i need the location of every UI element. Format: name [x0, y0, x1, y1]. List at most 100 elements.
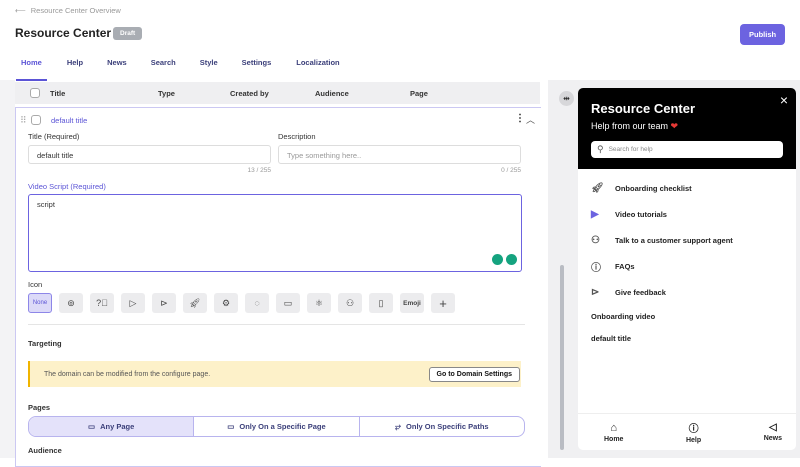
lifebuoy-icon[interactable]: ⊚	[59, 293, 83, 313]
video-icon[interactable]: ▷	[121, 293, 145, 313]
option-any-page[interactable]: ▭ Any Page	[29, 417, 195, 436]
icon-label: Icon	[28, 280, 43, 289]
option-specific-page[interactable]: ▭ Only On a Specific Page	[194, 417, 360, 436]
go-to-domain-settings-button[interactable]: Go to Domain Settings	[428, 366, 520, 382]
script-textarea[interactable]: script	[28, 194, 522, 272]
title-char-count: 13 / 255	[247, 167, 272, 174]
atom-icon[interactable]: ⚛	[307, 293, 331, 313]
gear-icon[interactable]: ⚙	[214, 293, 238, 313]
megaphone-icon[interactable]: ⊳	[152, 293, 176, 313]
preview-item-give-feedback[interactable]: ⊳ Give feedback	[578, 279, 796, 305]
nav-label: Home	[604, 435, 624, 443]
col-audience[interactable]: Audience	[315, 89, 349, 98]
nav-help[interactable]: ⓘ Help	[686, 414, 701, 450]
preview-item-default-title[interactable]: default title	[578, 327, 796, 349]
preview-item-faqs[interactable]: ⓘ FAQs	[578, 253, 796, 279]
heart-icon: ❤	[670, 121, 679, 131]
item-label: Video tutorials	[615, 209, 667, 219]
col-title[interactable]: Title	[50, 89, 65, 98]
row-title[interactable]: default title	[51, 116, 87, 125]
question-icon[interactable]: ?⃝	[90, 293, 114, 313]
back-arrow-icon: ⟵	[15, 6, 26, 15]
col-type[interactable]: Type	[158, 89, 175, 98]
tab-help[interactable]: Help	[67, 58, 83, 75]
publish-button[interactable]: Publish	[740, 24, 786, 45]
item-label: Give feedback	[615, 287, 666, 297]
preview-subtitle: Help from our team	[591, 121, 669, 131]
search-placeholder: Search for help	[608, 146, 653, 153]
grammarly-icon[interactable]	[506, 254, 517, 265]
left-gutter	[0, 80, 15, 458]
preview-header: × Resource Center Help from our team ❤ ⚲…	[578, 88, 796, 169]
select-all-checkbox[interactable]	[30, 88, 40, 98]
option-specific-paths[interactable]: ⥂ Only On Specific Paths	[360, 417, 524, 436]
megaphone-icon: ◁	[768, 422, 777, 433]
nav-news[interactable]: ◁ News	[764, 414, 782, 450]
tab-home[interactable]: Home	[16, 58, 47, 81]
option-label: Only On a Specific Page	[239, 422, 326, 431]
rocket-icon: 🚀︎	[591, 182, 604, 194]
title-input[interactable]: default title	[28, 145, 271, 164]
more-options-icon[interactable]: ⋮	[515, 113, 525, 124]
team-icon: ⚇	[591, 234, 600, 246]
tab-settings[interactable]: Settings	[242, 58, 272, 75]
col-page[interactable]: Page	[410, 89, 428, 98]
script-value: script	[37, 200, 55, 209]
drag-handle-icon[interactable]: ⠿	[20, 115, 27, 126]
preview-item-support-agent[interactable]: ⚇ Talk to a customer support agent	[578, 227, 796, 253]
preview-item-onboarding-checklist[interactable]: 🚀︎ Onboarding checklist	[578, 175, 796, 201]
description-input[interactable]: Type something here..	[278, 145, 521, 164]
item-label: FAQs	[615, 261, 635, 271]
item-label: Onboarding checklist	[615, 183, 692, 193]
icon-picker: None ⊚ ?⃝ ▷ ⊳ 🚀︎ ⚙ ◌ ▭ ⚛ ⚇ ▯ Emoji +	[28, 293, 455, 313]
table-header: Title Type Created by Audience Page	[15, 82, 540, 104]
pages-selector: ▭ Any Page ▭ Only On a Specific Page ⥂ Only…	[28, 416, 525, 437]
window-icon: ▭	[88, 422, 96, 431]
home-icon: ⌂	[610, 421, 618, 434]
tab-search[interactable]: Search	[151, 58, 176, 75]
domain-warning: The domain can be modified from the conf…	[28, 361, 521, 387]
id-card-icon[interactable]: ▭	[276, 293, 300, 313]
chat-icon[interactable]: ◌	[245, 293, 269, 313]
add-icon[interactable]: +	[431, 293, 455, 313]
title-label: Title (Required)	[28, 132, 80, 141]
option-label: Any Page	[100, 422, 135, 431]
icon-option-emoji[interactable]: Emoji	[400, 293, 424, 313]
help-icon: ⓘ	[688, 424, 699, 435]
nav-label: News	[763, 435, 782, 442]
video-icon: ▶︎	[591, 208, 599, 220]
preview-item-onboarding-video[interactable]: Onboarding video	[578, 305, 796, 327]
table-row-expanded: ⠿ default title ⋮ ︿ Title (Required) def…	[15, 107, 541, 467]
option-label: Only On Specific Paths	[406, 422, 489, 431]
warning-text: The domain can be modified from the conf…	[44, 370, 211, 378]
resource-center-preview: × Resource Center Help from our team ❤ ⚲…	[578, 88, 796, 450]
tab-style[interactable]: Style	[200, 58, 218, 75]
breadcrumb[interactable]: ⟵ Resource Center Overview	[15, 6, 121, 15]
audience-label: Audience	[28, 446, 62, 455]
collapse-chevron-icon[interactable]: ︿	[526, 113, 535, 126]
nav-label: Help	[685, 437, 702, 444]
scrollbar[interactable]	[560, 265, 564, 450]
icon-option-none[interactable]: None	[28, 293, 52, 313]
tab-bar: Home Help News Search Style Settings Loc…	[15, 58, 340, 81]
preview-item-video-tutorials[interactable]: ▶︎ Video tutorials	[578, 201, 796, 227]
tab-news[interactable]: News	[107, 58, 127, 75]
row-checkbox[interactable]	[31, 115, 41, 125]
tab-localization[interactable]: Localization	[296, 58, 339, 75]
nav-home[interactable]: ⌂ Home	[604, 414, 623, 450]
close-icon[interactable]: ×	[780, 92, 788, 108]
document-icon[interactable]: ▯	[369, 293, 393, 313]
preview-search-input[interactable]: ⚲ Search for help	[591, 141, 783, 158]
divider	[28, 324, 525, 325]
rocket-icon[interactable]: 🚀︎	[183, 293, 207, 313]
col-created-by[interactable]: Created by	[230, 89, 269, 98]
resize-handle-icon[interactable]: ⇹	[559, 91, 574, 106]
question-icon: ⓘ	[591, 262, 601, 274]
preview-bottom-nav: ⌂ Home ⓘ Help ◁ News	[578, 413, 796, 450]
megaphone-icon: ⊳	[591, 286, 600, 298]
team-icon[interactable]: ⚇	[338, 293, 362, 313]
page-title: Resource Center	[15, 26, 112, 40]
grammar-assistant-icon[interactable]	[492, 254, 503, 265]
description-label: Description	[278, 132, 316, 141]
search-icon: ⚲	[597, 144, 604, 154]
